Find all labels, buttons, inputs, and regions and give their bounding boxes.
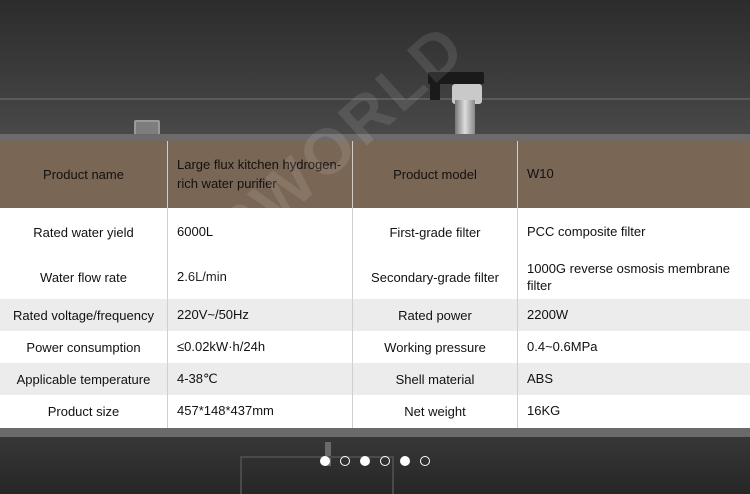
spec-value: PCC composite filter <box>517 208 750 256</box>
spec-label: First-grade filter <box>352 208 518 256</box>
faucet-spout-image <box>430 82 440 100</box>
spec-label: Shell material <box>352 363 518 395</box>
carousel-dot-3[interactable] <box>360 456 370 466</box>
table-row: Power consumption ≤0.02kW·h/24h Working … <box>0 331 750 363</box>
spec-label: Rated voltage/frequency <box>0 299 168 331</box>
carousel-dot-5[interactable] <box>400 456 410 466</box>
spec-value: W10 <box>517 141 750 208</box>
spec-value: 2200W <box>517 299 750 331</box>
table-row: Rated voltage/frequency 220V~/50Hz Rated… <box>0 299 750 331</box>
spec-value: 16KG <box>517 395 750 428</box>
wall-line <box>0 98 750 100</box>
spec-label: Rated power <box>352 299 518 331</box>
spec-label: Net weight <box>352 395 518 428</box>
background-photo-top <box>0 0 750 141</box>
counter-edge <box>0 134 750 141</box>
spec-value: 2.6L/min <box>167 256 353 299</box>
table-row: Product size 457*148*437mm Net weight 16… <box>0 395 750 428</box>
spec-value: 1000G reverse osmosis membrane filter <box>517 256 750 299</box>
table-row-header: Product name Large flux kitchen hydrogen… <box>0 141 750 208</box>
spec-label: Product name <box>0 141 168 208</box>
carousel-dot-2[interactable] <box>340 456 350 466</box>
spec-value: 220V~/50Hz <box>167 299 353 331</box>
carousel-dot-1[interactable] <box>320 456 330 466</box>
spec-label: Water flow rate <box>0 256 168 299</box>
table-row: Applicable temperature 4-38℃ Shell mater… <box>0 363 750 395</box>
spec-label: Product model <box>352 141 518 208</box>
spec-label: Applicable temperature <box>0 363 168 395</box>
table-row: Rated water yield 6000L First-grade filt… <box>0 208 750 256</box>
carousel-dot-4[interactable] <box>380 456 390 466</box>
carousel-pagination <box>0 456 750 466</box>
spec-label: Power consumption <box>0 331 168 363</box>
spec-value: 457*148*437mm <box>167 395 353 428</box>
spec-value: ABS <box>517 363 750 395</box>
spec-value: ≤0.02kW·h/24h <box>167 331 353 363</box>
spec-value: 6000L <box>167 208 353 256</box>
spec-value: Large flux kitchen hydrogen-rich water p… <box>167 141 353 208</box>
spec-value: 0.4~0.6MPa <box>517 331 750 363</box>
spec-label: Working pressure <box>352 331 518 363</box>
spec-label: Rated water yield <box>0 208 168 256</box>
spec-value: 4-38℃ <box>167 363 353 395</box>
spec-label: Product size <box>0 395 168 428</box>
carousel-dot-6[interactable] <box>420 456 430 466</box>
spec-table: Product name Large flux kitchen hydrogen… <box>0 141 750 428</box>
table-row: Water flow rate 2.6L/min Secondary-grade… <box>0 256 750 299</box>
spec-label: Secondary-grade filter <box>352 256 518 299</box>
counter-band <box>0 428 750 437</box>
